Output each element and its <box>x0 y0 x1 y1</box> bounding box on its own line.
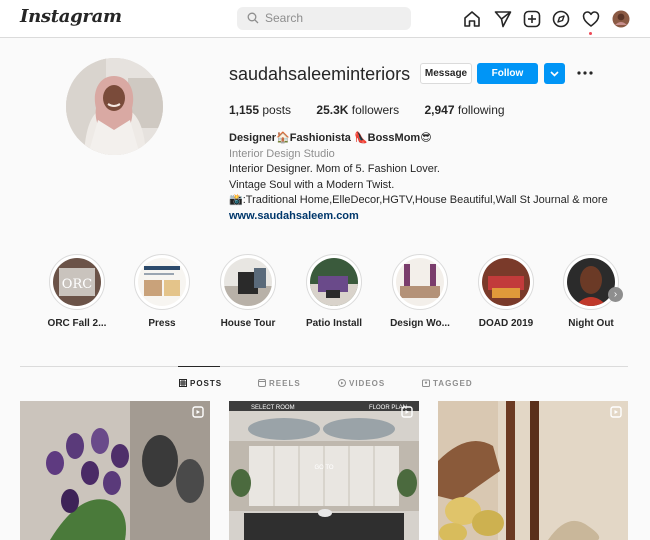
follow-button[interactable]: Follow <box>477 63 538 84</box>
grid-icon <box>179 379 187 387</box>
multiple-photos-icon <box>401 406 413 418</box>
multiple-photos-icon <box>610 406 622 418</box>
tab-tagged[interactable]: TAGGED <box>422 379 473 388</box>
search-icon <box>247 12 259 24</box>
highlight-item[interactable]: Press <box>122 254 202 329</box>
highlight-label: Patio Install <box>305 318 363 329</box>
highlight-label: ORC Fall 2... <box>47 318 107 329</box>
highlight-cover <box>138 258 186 306</box>
post-thumbnail[interactable] <box>20 401 210 540</box>
highlight-item[interactable]: Patio Install <box>294 254 374 329</box>
search-placeholder: Search <box>265 11 304 25</box>
followers-stat[interactable]: 25.3K followers <box>316 103 399 117</box>
bio-line: 📸:Traditional Home,ElleDecor,HGTV,House … <box>229 194 608 207</box>
post-overlay-label: SELECT ROOM <box>251 405 295 411</box>
bio-line: Interior Designer. Mom of 5. Fashion Lov… <box>229 163 440 176</box>
reels-icon <box>258 379 266 387</box>
more-options-icon[interactable] <box>576 64 594 82</box>
highlight-item[interactable]: ORC ORC Fall 2... <box>37 254 117 329</box>
profile-avatar[interactable] <box>611 9 631 29</box>
direct-icon[interactable] <box>493 9 513 29</box>
bio-name: Designer🏠Fashionista 👠BossMom😎 <box>229 132 432 144</box>
highlight-label: Press <box>148 318 176 329</box>
top-navigation-bar: Instagram Search <box>0 0 650 38</box>
active-tab-indicator <box>178 366 220 367</box>
chevron-down-icon <box>550 71 559 77</box>
svg-text:ORC: ORC <box>62 277 92 292</box>
nav-icons <box>460 9 635 29</box>
notification-dot <box>589 32 592 35</box>
bio-website-link[interactable]: www.saudahsaleem.com <box>229 209 639 225</box>
following-stat[interactable]: 2,947 following <box>424 103 504 117</box>
bio-category: Interior Design Studio <box>229 147 335 160</box>
profile-bio: Designer🏠Fashionista 👠BossMom😎 Interior … <box>229 131 639 225</box>
profile-username: saudahsaleeminteriors <box>229 64 411 84</box>
profile-stats: 1,155 posts 25.3K followers 2,947 follow… <box>229 103 527 117</box>
activity-heart-icon[interactable] <box>581 9 601 29</box>
tagged-icon <box>422 379 430 387</box>
new-post-icon[interactable] <box>522 9 542 29</box>
posts-stat: 1,155 posts <box>229 103 292 117</box>
post-thumbnail[interactable] <box>438 401 628 540</box>
highlight-cover: ORC <box>53 258 101 306</box>
highlight-item[interactable]: Design Wo... <box>380 254 460 329</box>
highlight-item[interactable]: House Tour <box>208 254 288 329</box>
bio-line: Vintage Soul with a Modern Twist. <box>229 178 395 191</box>
instagram-logo[interactable]: Instagram <box>20 6 122 27</box>
highlight-label: Night Out <box>568 318 614 329</box>
tabs-divider <box>20 366 628 367</box>
highlight-cover <box>567 258 615 306</box>
highlight-cover <box>224 258 272 306</box>
tab-reels[interactable]: REELS <box>258 379 301 388</box>
home-icon[interactable] <box>462 9 482 29</box>
post-overlay-label: GO TO <box>314 465 333 471</box>
explore-icon[interactable] <box>551 9 571 29</box>
profile-picture[interactable] <box>66 58 163 155</box>
highlight-cover <box>310 258 358 306</box>
highlight-cover <box>396 258 444 306</box>
search-input[interactable]: Search <box>237 7 411 30</box>
highlight-label: House Tour <box>220 318 276 329</box>
suggested-accounts-button[interactable] <box>544 63 565 84</box>
post-thumbnail[interactable]: SELECT ROOM FLOOR PLAN GO TO <box>229 401 419 540</box>
multiple-photos-icon <box>192 406 204 418</box>
highlight-item[interactable]: DOAD 2019 <box>466 254 546 329</box>
message-button[interactable]: Message <box>420 63 472 84</box>
video-icon <box>338 379 346 387</box>
highlight-label: Design Wo... <box>390 318 450 329</box>
tab-videos[interactable]: VIDEOS <box>338 379 385 388</box>
tab-posts[interactable]: POSTS <box>179 379 222 388</box>
story-highlights: ORC ORC Fall 2... Press House Tour Patio… <box>0 254 650 334</box>
highlight-cover <box>482 258 530 306</box>
highlights-next-button[interactable]: › <box>608 287 623 302</box>
highlight-label: DOAD 2019 <box>478 318 534 329</box>
